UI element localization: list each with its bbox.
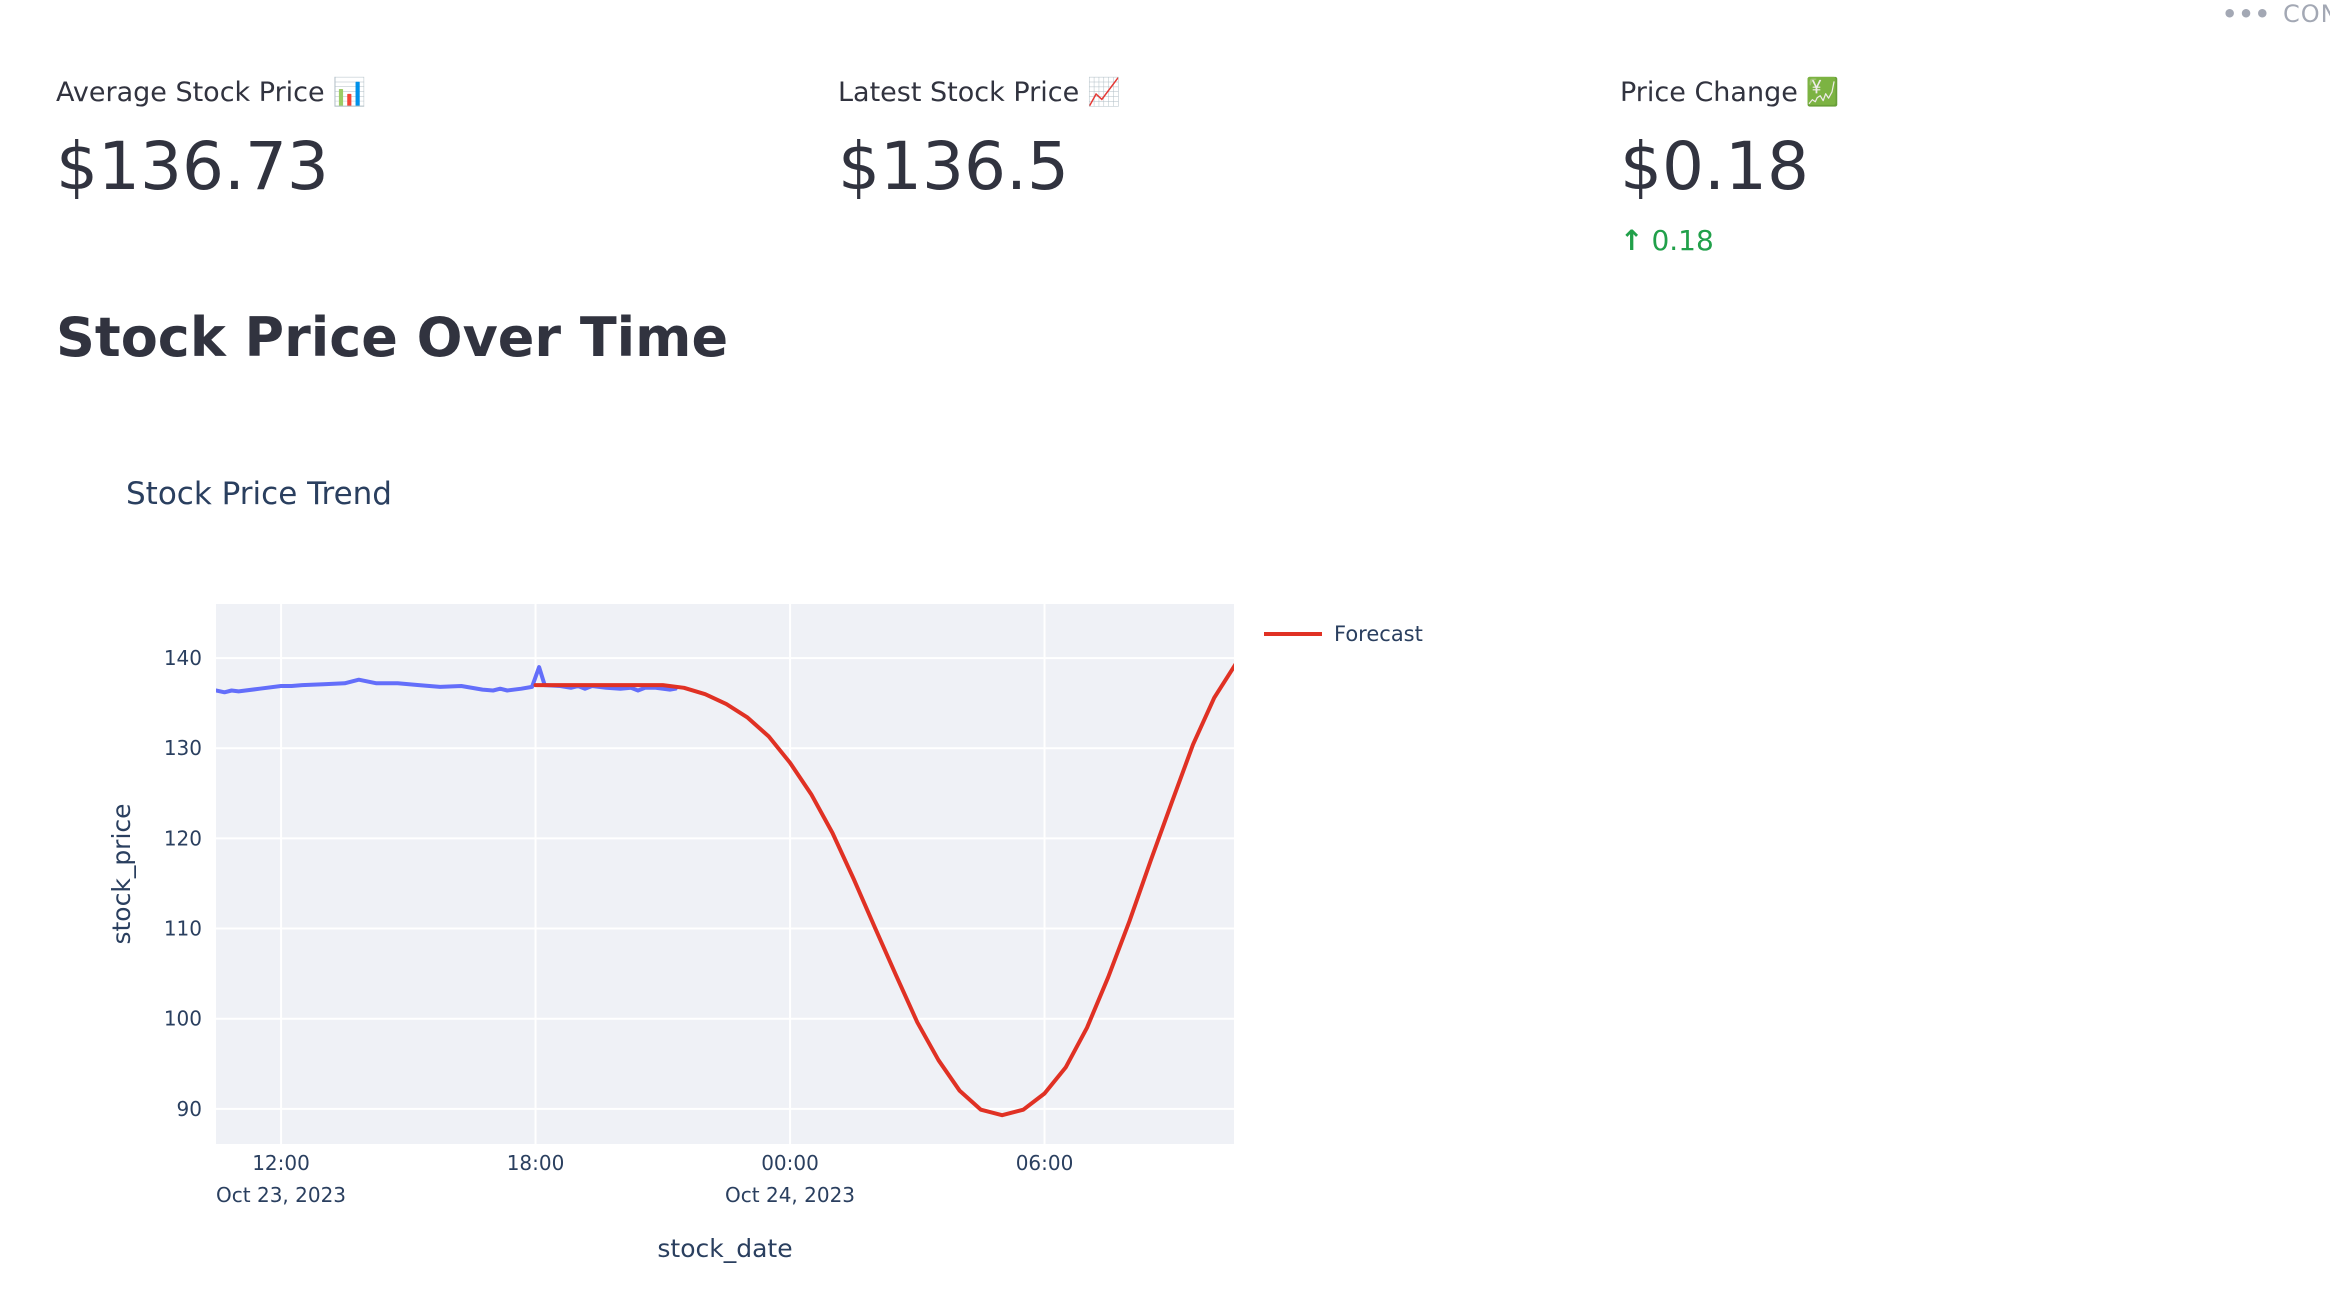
metric-label: Latest Stock Price 📈 [838,76,1121,108]
y-tick-label: 120 [164,826,202,850]
x-tick-label: 12:00 [252,1151,310,1175]
x-tick-label: 06:00 [1016,1151,1074,1175]
metric-label: Average Stock Price 📊 [56,76,366,108]
y-axis-title: stock_price [107,803,136,944]
x-tick-label: Oct 23, 2023 [216,1183,346,1207]
stock-price-chart: Stock Price Trend 90 100 110 120 130 140 12:00… [0,440,1500,1294]
metric-label-text: Average Stock Price [56,77,325,108]
section-title: Stock Price Over Time [56,306,729,369]
y-tick-label: 130 [164,736,202,760]
status-text: CONN [2283,0,2330,28]
trend-up-chart-icon: 📈 [1087,77,1121,108]
y-tick-label: 90 [177,1097,202,1121]
metric-latest-price: Latest Stock Price 📈 $136.5 [838,76,1121,200]
x-tick-label: 00:00 [761,1151,819,1175]
arrow-up-icon: ↑ [1620,224,1644,257]
metric-value: $0.18 [1620,128,1809,205]
y-tick-label: 110 [164,917,202,941]
metric-average-price: Average Stock Price 📊 $136.73 [56,76,366,200]
metric-delta-value: 0.18 [1651,224,1714,257]
metric-label: Price Change 💹 [1620,76,1839,108]
chart-svg: Stock Price Trend 90 100 110 120 130 140 12:00… [107,476,1423,1263]
metric-value: $136.5 [838,128,1069,205]
connection-status: ••• CONN [2222,0,2330,28]
status-dots-icon: ••• [2222,0,2272,28]
bar-chart-icon: 📊 [332,77,367,108]
metric-label-text: Price Change [1620,77,1798,108]
x-tick-label: 18:00 [507,1151,565,1175]
x-axis-title: stock_date [657,1234,792,1263]
x-tick-label: Oct 24, 2023 [725,1183,855,1207]
chart-yen-icon: 💹 [1805,77,1840,108]
metric-delta: ↑ 0.18 [1620,224,1839,257]
metric-price-change: Price Change 💹 $0.18 ↑ 0.18 [1620,76,1839,257]
plot-area [216,604,1234,1144]
metric-label-text: Latest Stock Price [838,77,1080,108]
metric-value: $136.73 [56,128,329,205]
y-tick-label: 100 [164,1007,202,1031]
chart-title: Stock Price Trend [126,476,392,512]
y-tick-label: 140 [164,646,202,670]
legend-label: Forecast [1334,622,1423,646]
